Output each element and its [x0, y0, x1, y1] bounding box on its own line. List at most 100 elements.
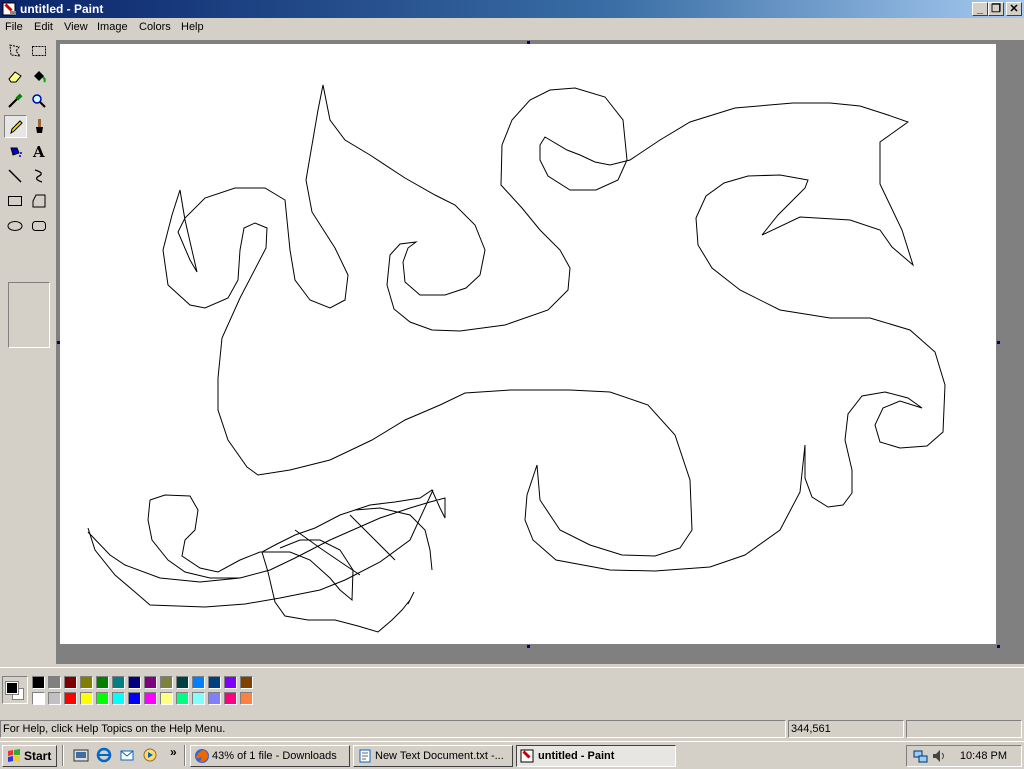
drawing-canvas[interactable]: [60, 44, 996, 644]
show-desktop-icon[interactable]: [73, 747, 89, 763]
palette-swatch[interactable]: [32, 692, 45, 705]
windows-logo-icon: [8, 749, 20, 762]
foreground-color-swatch[interactable]: [5, 681, 19, 695]
palette-swatch[interactable]: [192, 692, 205, 705]
tool-brush[interactable]: [28, 115, 51, 138]
title-bar[interactable]: untitled - Paint _ ❐ ✕: [0, 0, 1024, 18]
ellipse-icon: [7, 221, 23, 231]
tool-polygon[interactable]: [28, 190, 51, 213]
palette-swatch[interactable]: [96, 692, 109, 705]
resize-handle-corner[interactable]: [997, 645, 1000, 648]
tool-eraser[interactable]: [4, 65, 27, 88]
resize-handle-bottom[interactable]: [527, 645, 530, 648]
tool-free-form-select[interactable]: [4, 40, 27, 63]
palette-swatch[interactable]: [208, 676, 221, 689]
palette-swatch[interactable]: [112, 692, 125, 705]
menu-colors[interactable]: Colors: [139, 21, 171, 34]
close-button[interactable]: ✕: [1006, 2, 1022, 16]
palette-swatch[interactable]: [240, 692, 253, 705]
status-selection-size: [906, 720, 1022, 738]
rectangle-icon: [8, 196, 22, 206]
task-button-notepad[interactable]: New Text Document.txt -...: [353, 745, 513, 767]
palette-swatch[interactable]: [160, 692, 173, 705]
resize-handle-right[interactable]: [997, 341, 1000, 344]
status-bar: For Help, click Help Topics on the Help …: [0, 718, 1024, 740]
paint-icon: [520, 749, 534, 763]
palette-swatch[interactable]: [64, 692, 77, 705]
menu-view[interactable]: View: [64, 21, 88, 34]
tool-select[interactable]: [28, 40, 51, 63]
volume-icon[interactable]: [931, 748, 947, 764]
tool-pencil[interactable]: [4, 115, 27, 138]
menu-image[interactable]: Image: [97, 21, 128, 34]
windows-media-icon[interactable]: [142, 747, 158, 763]
eyedropper-icon: [8, 93, 23, 108]
menu-file[interactable]: File: [5, 21, 23, 34]
menu-help[interactable]: Help: [181, 21, 204, 34]
palette-swatch[interactable]: [112, 676, 125, 689]
tool-text[interactable]: A: [28, 140, 51, 163]
palette-swatch[interactable]: [128, 692, 141, 705]
palette-swatch[interactable]: [176, 692, 189, 705]
palette-swatch[interactable]: [192, 676, 205, 689]
taskbar: Start » 43% of 1 file - Downloads New Te…: [0, 741, 1024, 769]
rounded-rectangle-icon: [32, 221, 46, 231]
drawing-workspace: [56, 40, 1024, 664]
tool-ellipse[interactable]: [4, 215, 27, 238]
palette-swatch[interactable]: [208, 692, 221, 705]
palette-swatch[interactable]: [64, 676, 77, 689]
tool-curve[interactable]: [28, 165, 51, 188]
menu-bar: File Edit View Image Colors Help: [0, 18, 1024, 37]
menu-edit[interactable]: Edit: [34, 21, 53, 34]
tool-pick-color[interactable]: [4, 90, 27, 113]
palette-swatch[interactable]: [80, 692, 93, 705]
palette-swatch[interactable]: [176, 676, 189, 689]
tool-rectangle[interactable]: [4, 190, 27, 213]
internet-explorer-icon[interactable]: [96, 747, 112, 763]
tool-rounded-rectangle[interactable]: [28, 215, 51, 238]
pencil-icon: [10, 120, 23, 135]
palette-swatch[interactable]: [224, 692, 237, 705]
tool-airbrush[interactable]: [4, 140, 27, 163]
task-button-paint[interactable]: untitled - Paint: [516, 745, 676, 767]
freehand-drawing: [87, 84, 946, 633]
status-cursor-position: 344,561: [788, 720, 904, 738]
quick-launch-chevron[interactable]: »: [170, 745, 177, 759]
color-box: [0, 667, 1024, 714]
taskbar-separator: [62, 745, 64, 766]
start-label: Start: [24, 749, 52, 763]
palette-swatch[interactable]: [80, 676, 93, 689]
fill-bucket-icon: [34, 71, 46, 83]
resize-handle-top[interactable]: [527, 41, 530, 44]
paint-app-icon[interactable]: [2, 1, 18, 17]
palette-swatch[interactable]: [48, 692, 61, 705]
notepad-icon: [359, 749, 371, 763]
tool-fill[interactable]: [28, 65, 51, 88]
palette-swatch[interactable]: [128, 676, 141, 689]
minimize-button[interactable]: _: [972, 2, 988, 16]
palette-swatch[interactable]: [224, 676, 237, 689]
task-button-downloads[interactable]: 43% of 1 file - Downloads: [190, 745, 350, 767]
resize-handle-left[interactable]: [57, 341, 60, 344]
palette-swatch[interactable]: [240, 676, 253, 689]
restore-button[interactable]: ❐: [988, 2, 1004, 16]
tool-options-panel[interactable]: [8, 282, 50, 348]
palette-swatch[interactable]: [144, 692, 157, 705]
network-icon[interactable]: [913, 748, 929, 764]
palette-swatch[interactable]: [32, 676, 45, 689]
current-colors[interactable]: [2, 676, 28, 704]
palette-swatch[interactable]: [144, 676, 157, 689]
tool-line[interactable]: [4, 165, 27, 188]
start-button[interactable]: Start: [2, 745, 57, 767]
outlook-express-icon[interactable]: [119, 747, 135, 763]
firefox-icon: [195, 749, 209, 763]
line-icon: [8, 169, 22, 183]
palette-swatch[interactable]: [160, 676, 173, 689]
clock: 10:48 PM: [959, 750, 1007, 762]
palette-swatch[interactable]: [96, 676, 109, 689]
palette-swatch[interactable]: [48, 676, 61, 689]
svg-text:A: A: [32, 143, 45, 159]
tool-magnifier[interactable]: [28, 90, 51, 113]
text-icon: A: [32, 143, 45, 159]
task-label: untitled - Paint: [538, 750, 615, 762]
